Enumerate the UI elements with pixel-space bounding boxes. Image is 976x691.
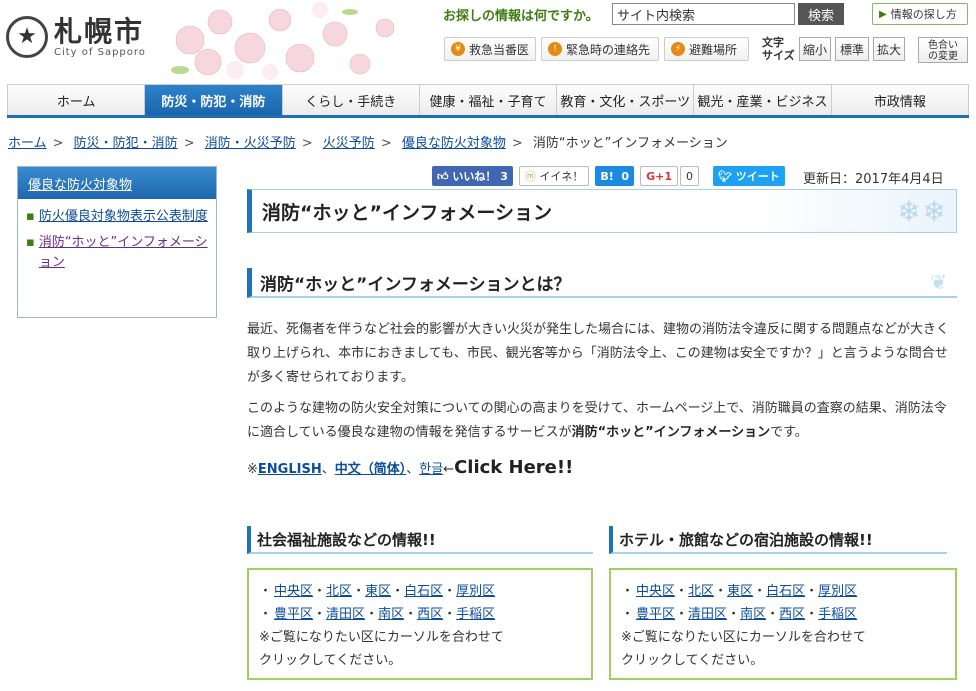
ward-link[interactable]: 南区	[740, 607, 766, 622]
breadcrumb-link[interactable]: 火災予防	[323, 136, 375, 151]
intro-paragraph: 最近、死傷者を伴うなど社会的影響が大きい火災が発生した場合には、建物の消防法令違…	[247, 322, 950, 385]
search-label: お探しの情報は何ですか。	[443, 9, 599, 24]
breadcrumb-current: 消防“ホッと”インフォメーション	[532, 136, 728, 151]
welfare-heading: 社会福祉施設などの情報!!	[247, 526, 593, 554]
ward-link[interactable]: 東区	[365, 584, 391, 599]
hotel-note: クリックしてください。	[621, 653, 764, 668]
ward-link[interactable]: 清田区	[326, 607, 365, 622]
mixi-button[interactable]: ⓜ イイネ！	[518, 166, 590, 186]
hatena-bookmark-button[interactable]: B! 0	[595, 166, 635, 186]
hotel-heading: ホテル・旅館などの宿泊施設の情報!!	[609, 526, 947, 554]
ward-link[interactable]: 西区	[417, 607, 443, 622]
nav-tourism[interactable]: 観光・産業・ビジネス	[694, 85, 832, 115]
logo-text: 札幌市	[54, 14, 145, 48]
font-standard-button[interactable]: 標準	[835, 37, 869, 61]
ward-link[interactable]: 南区	[378, 607, 404, 622]
ward-link[interactable]: 北区	[688, 584, 714, 599]
global-nav: ホーム 防災・防犯・消防 くらし・手続き 健康・福祉・子育て 教育・文化・スポー…	[7, 84, 969, 118]
sidebar: 優良な防火対象物 ▪ 防火優良対象物表示公表制度 ▪ 消防“ホッと”インフォメーショ…	[17, 166, 217, 318]
snowflake-icon: ❄❄	[897, 195, 948, 228]
leaf-decoration-icon: ❦	[930, 270, 947, 294]
ward-link[interactable]: 北区	[326, 584, 352, 599]
ward-link[interactable]: 中央区	[636, 584, 675, 599]
ward-link[interactable]: 白石区	[766, 584, 805, 599]
language-links: ※ENGLISH、中文（简体）、한글←Click Here!!	[247, 457, 574, 478]
mixi-icon: ⓜ	[524, 170, 536, 183]
cherry-blossom-image	[171, 2, 395, 80]
google-plus-button[interactable]: G+1	[640, 166, 678, 186]
breadcrumb-link[interactable]: 防災・防犯・消防	[74, 136, 178, 151]
page-title: 消防“ホッと”インフォメーション ❄❄	[247, 189, 957, 233]
emergency-contact-button[interactable]: ! 緊急時の連絡先	[541, 37, 659, 61]
social-buttons: 👍︎ いいね！ 3 ⓜ イイネ！ B! 0 G+1 0 🐦︎ ツイート	[432, 166, 791, 186]
evacuation-site-button[interactable]: ⚡ 避難場所	[664, 37, 749, 61]
nav-home[interactable]: ホーム	[7, 85, 146, 115]
city-seal-icon: ★	[6, 16, 48, 58]
ward-link[interactable]: 豊平区	[636, 607, 675, 622]
logo-en: City of Sapporo	[54, 46, 146, 58]
google-plus-count: 0	[679, 166, 699, 186]
facebook-like-button[interactable]: 👍︎ いいね！ 3	[432, 166, 513, 186]
ward-link[interactable]: 厚別区	[818, 584, 857, 599]
welfare-box: ・中央区・北区・東区・白石区・厚別区 ・豊平区・清田区・南区・西区・手稲区 ※ご…	[247, 568, 593, 680]
twitter-bird-icon: 🐦︎	[717, 169, 732, 183]
ward-link[interactable]: 白石区	[404, 584, 443, 599]
ward-link[interactable]: 東区	[727, 584, 753, 599]
thumbs-up-icon: 👍︎	[437, 169, 449, 183]
ward-link[interactable]: 清田区	[688, 607, 727, 622]
ward-link[interactable]: 中央区	[274, 584, 313, 599]
nav-education[interactable]: 教育・文化・スポーツ	[557, 85, 695, 115]
chinese-link[interactable]: 中文（简体）	[335, 462, 407, 477]
nav-disaster[interactable]: 防災・防犯・消防	[145, 85, 283, 115]
arrow-right-icon: ▶	[879, 8, 887, 20]
ward-link[interactable]: 厚別区	[456, 584, 495, 599]
search-button[interactable]: 検索	[798, 3, 844, 25]
breadcrumb-link[interactable]: ホーム	[8, 136, 47, 151]
breadcrumb-link[interactable]: 消防・火災予防	[205, 136, 296, 151]
font-size-label: 文字 サイズ	[762, 36, 795, 62]
search-input[interactable]	[612, 3, 795, 25]
hotel-note: ※ご覧になりたい区にカーソルを合わせて	[621, 630, 866, 645]
site-logo[interactable]: ★ 札幌市 City of Sapporo	[6, 16, 146, 58]
breadcrumb: ホーム > 防災・防犯・消防 > 消防・火災予防 > 火災予防 > 優良な防火対象物 > …	[8, 136, 728, 151]
nav-city[interactable]: 市政情報	[832, 85, 969, 115]
emergency-icon: ¥	[451, 42, 465, 56]
ward-link[interactable]: 手稲区	[456, 607, 495, 622]
ward-link[interactable]: 西区	[779, 607, 805, 622]
sidebar-item-current[interactable]: ▪ 消防“ホッと”インフォメーション	[26, 233, 208, 273]
alert-icon: !	[548, 42, 562, 56]
sidebar-title[interactable]: 優良な防火対象物	[18, 167, 216, 199]
about-heading: 消防“ホッと”インフォメーションとは？ ❦	[247, 268, 957, 298]
sidebar-item[interactable]: ▪ 防火優良対象物表示公表制度	[26, 207, 208, 227]
color-change-button[interactable]: 色合い の変更	[918, 37, 968, 63]
lightning-icon: ⚡	[671, 42, 685, 56]
ward-link[interactable]: 豊平区	[274, 607, 313, 622]
welfare-note: ※ご覧になりたい区にカーソルを合わせて	[259, 630, 504, 645]
nav-health[interactable]: 健康・福祉・子育て	[420, 85, 558, 115]
nav-living[interactable]: くらし・手続き	[283, 85, 420, 115]
font-enlarge-button[interactable]: 拡大	[873, 37, 905, 61]
breadcrumb-link[interactable]: 優良な防火対象物	[402, 136, 506, 151]
site-header: ★ 札幌市 City of Sapporo お探しの情報は何ですか。 検索 ▶ …	[0, 0, 976, 84]
welfare-note: クリックしてください。	[259, 653, 402, 668]
hotel-box: ・中央区・北区・東区・白石区・厚別区 ・豊平区・清田区・南区・西区・手稲区 ※ご…	[609, 568, 957, 680]
ward-link[interactable]: 手稲区	[818, 607, 857, 622]
emergency-doctor-button[interactable]: ¥ 救急当番医	[444, 37, 536, 61]
tweet-button[interactable]: 🐦︎ ツイート	[712, 166, 785, 186]
font-shrink-button[interactable]: 縮小	[799, 37, 831, 61]
updated-date: 更新日：2017年4月4日	[803, 172, 944, 187]
click-here-text: Click Here!!	[454, 457, 574, 478]
korean-link[interactable]: 한글	[419, 462, 443, 477]
service-paragraph: このような建物の防火安全対策についての関心の高まりを受けて、ホームページ上で、消…	[247, 401, 947, 440]
howto-button[interactable]: ▶ 情報の探し方	[872, 3, 968, 25]
english-link[interactable]: ENGLISH	[258, 462, 322, 477]
